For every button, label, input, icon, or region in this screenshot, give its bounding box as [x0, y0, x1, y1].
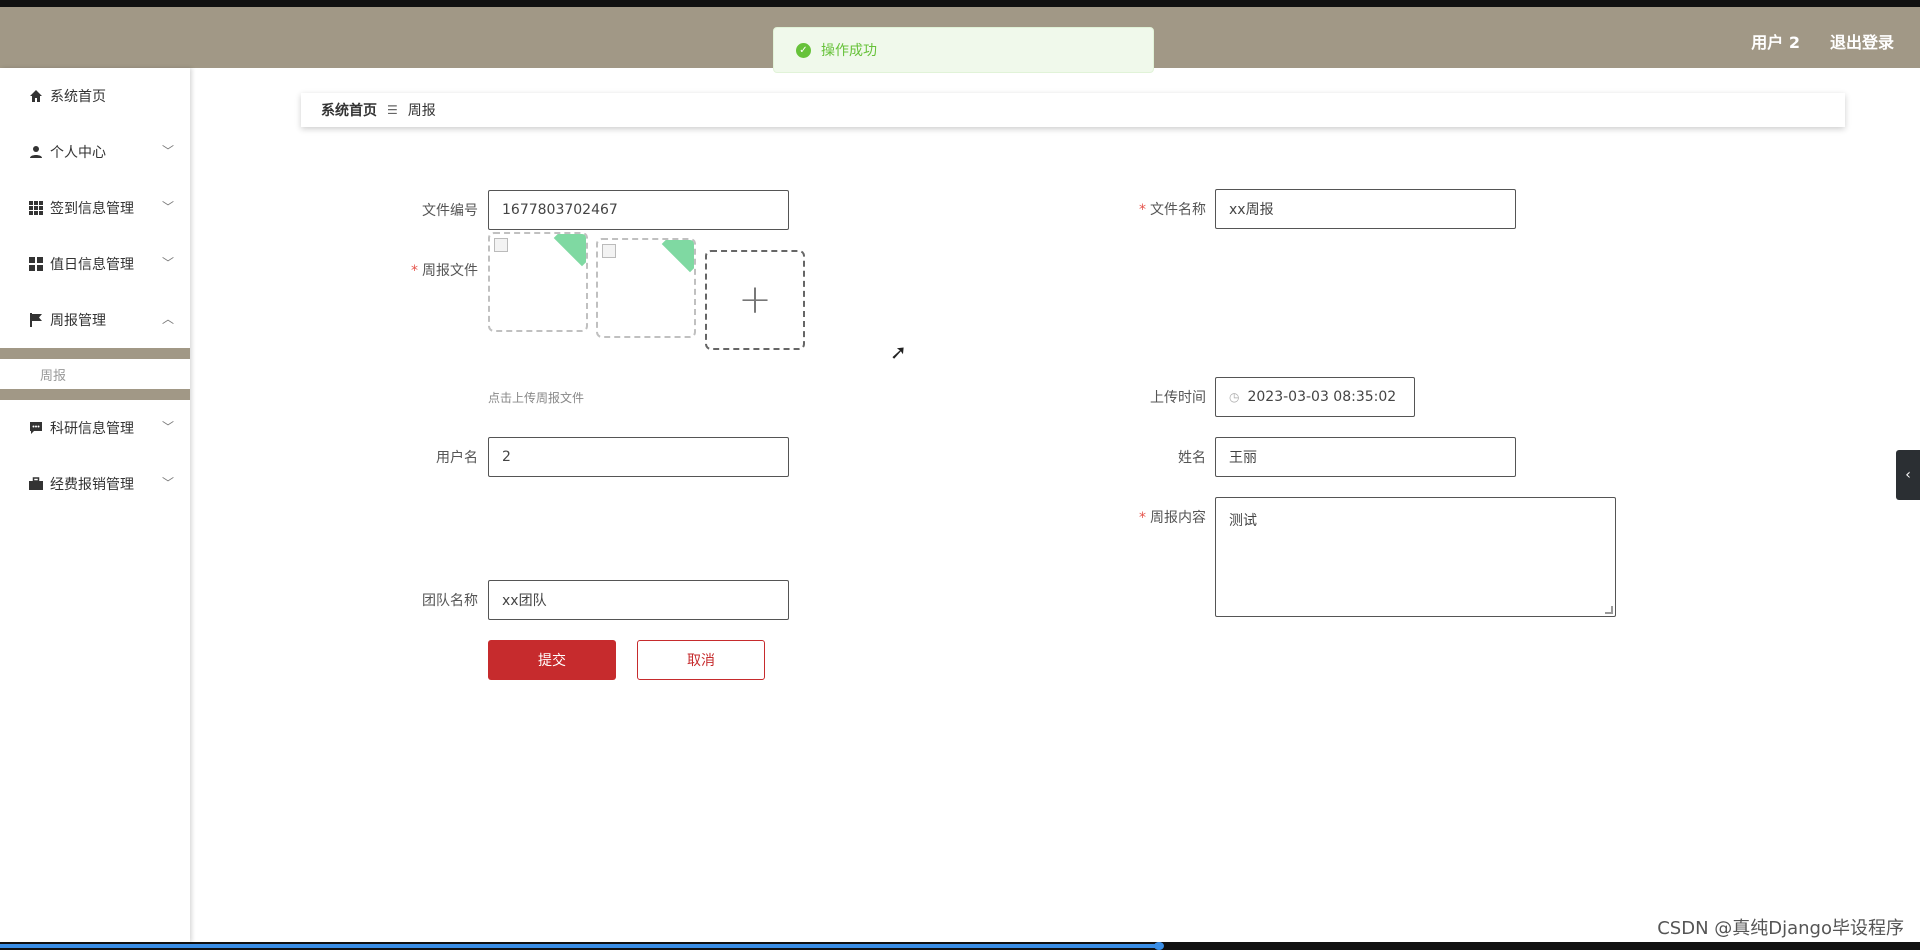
file-name-input[interactable]: xx周报: [1215, 189, 1516, 229]
sidebar-item-expense[interactable]: 经费报销管理 ﹀: [0, 456, 190, 512]
submenu-divider: [0, 389, 190, 400]
progress-fill: [0, 944, 1160, 948]
progress-knob[interactable]: [1154, 942, 1164, 950]
upload-time-label: 上传时间: [1150, 390, 1206, 406]
breadcrumb: 系统首页 ☰ 周报: [301, 93, 1845, 127]
content-value: 测试: [1229, 513, 1257, 529]
resize-handle-icon[interactable]: [1605, 606, 1613, 614]
clock-icon: ◷: [1229, 390, 1240, 404]
video-progress-bar[interactable]: [0, 942, 1920, 950]
flag-icon: [28, 312, 44, 328]
broken-image-icon: [494, 238, 508, 252]
sidebar-item-label: 签到信息管理: [50, 201, 134, 217]
watermark: CSDN @真纯Django毕设程序: [1657, 918, 1904, 939]
submenu-divider: [0, 348, 190, 359]
sidebar-item-label: 经费报销管理: [50, 477, 134, 493]
name-label: 姓名: [1178, 450, 1206, 466]
content-label: * 周报内容: [1139, 510, 1206, 526]
file-no-label: 文件编号: [422, 203, 478, 219]
sidebar-item-label: 科研信息管理: [50, 421, 134, 437]
check-circle-icon: ✓: [796, 42, 811, 58]
window-top-edge: [0, 0, 1920, 7]
uploaded-file-thumb[interactable]: [488, 232, 588, 332]
username-input[interactable]: 2: [488, 437, 789, 477]
chevron-left-icon: ‹: [1905, 467, 1911, 483]
username-label: 用户名: [436, 450, 478, 466]
chevron-up-icon: ︿: [161, 312, 174, 326]
sidebar-item-label: 值日信息管理: [50, 257, 134, 273]
briefcase-icon: [28, 476, 44, 492]
file-name-label: * 文件名称: [1139, 202, 1206, 218]
grid-icon: [28, 200, 44, 216]
chevron-down-icon: ﹀: [161, 200, 174, 214]
sidebar-item-personal[interactable]: 个人中心 ﹀: [0, 124, 190, 180]
upload-button[interactable]: +: [705, 250, 805, 350]
chevron-down-icon: ﹀: [161, 144, 174, 158]
mouse-cursor-icon: ➚: [890, 340, 907, 364]
chevron-down-icon: ﹀: [161, 476, 174, 490]
user-icon: [28, 144, 44, 160]
file-no-input[interactable]: 1677803702467: [488, 190, 789, 230]
team-input[interactable]: xx团队: [488, 580, 789, 620]
submit-button[interactable]: 提交: [488, 640, 616, 680]
sidebar-item-label: 周报管理: [50, 313, 106, 329]
sidebar-item-duty[interactable]: 值日信息管理 ﹀: [0, 236, 190, 292]
upload-hint: 点击上传周报文件: [488, 391, 585, 405]
sidebar-item-checkin[interactable]: 签到信息管理 ﹀: [0, 180, 190, 236]
current-user: 用户 2: [1751, 33, 1800, 52]
chat-icon: [28, 420, 44, 436]
uploaded-status-icon: [661, 240, 694, 273]
sidebar-item-label: 系统首页: [50, 89, 106, 105]
chevron-down-icon: ﹀: [161, 256, 174, 270]
cancel-button[interactable]: 取消: [637, 640, 765, 680]
apps-icon: [28, 256, 44, 272]
sidebar-item-label: 个人中心: [50, 145, 106, 161]
content-textarea[interactable]: 测试: [1215, 497, 1616, 617]
uploaded-status-icon: [553, 234, 586, 267]
report-file-label: * 周报文件: [411, 263, 478, 279]
sidebar-item-weekly[interactable]: 周报管理 ︿: [0, 292, 190, 348]
logout-link[interactable]: 退出登录: [1830, 29, 1894, 53]
team-label: 团队名称: [422, 593, 478, 609]
sidebar-item-home[interactable]: 系统首页: [0, 68, 190, 124]
breadcrumb-home[interactable]: 系统首页: [321, 100, 377, 120]
toast-message: 操作成功: [821, 43, 877, 59]
breadcrumb-current: 周报: [407, 103, 436, 119]
upload-time-picker[interactable]: ◷ 2023-03-03 08:35:02: [1215, 377, 1415, 417]
broken-image-icon: [602, 244, 616, 258]
collapse-panel-button[interactable]: ‹: [1896, 450, 1920, 500]
sidebar-subitem-weekly-report[interactable]: 周报: [0, 359, 190, 389]
breadcrumb-separator-icon: ☰: [387, 103, 398, 117]
chevron-down-icon: ﹀: [161, 420, 174, 434]
success-toast: ✓ 操作成功: [773, 27, 1154, 73]
name-input[interactable]: 王丽: [1215, 437, 1516, 477]
home-icon: [28, 88, 44, 104]
upload-time-value: 2023-03-03 08:35:02: [1247, 389, 1397, 405]
sidebar-item-research[interactable]: 科研信息管理 ﹀: [0, 400, 190, 456]
uploaded-file-thumb[interactable]: [596, 238, 696, 338]
sidebar: 系统首页 个人中心 ﹀ 签到信息管理 ﹀ 值日信息管理 ﹀ 周报管理 ︿ 周报 …: [0, 68, 190, 942]
